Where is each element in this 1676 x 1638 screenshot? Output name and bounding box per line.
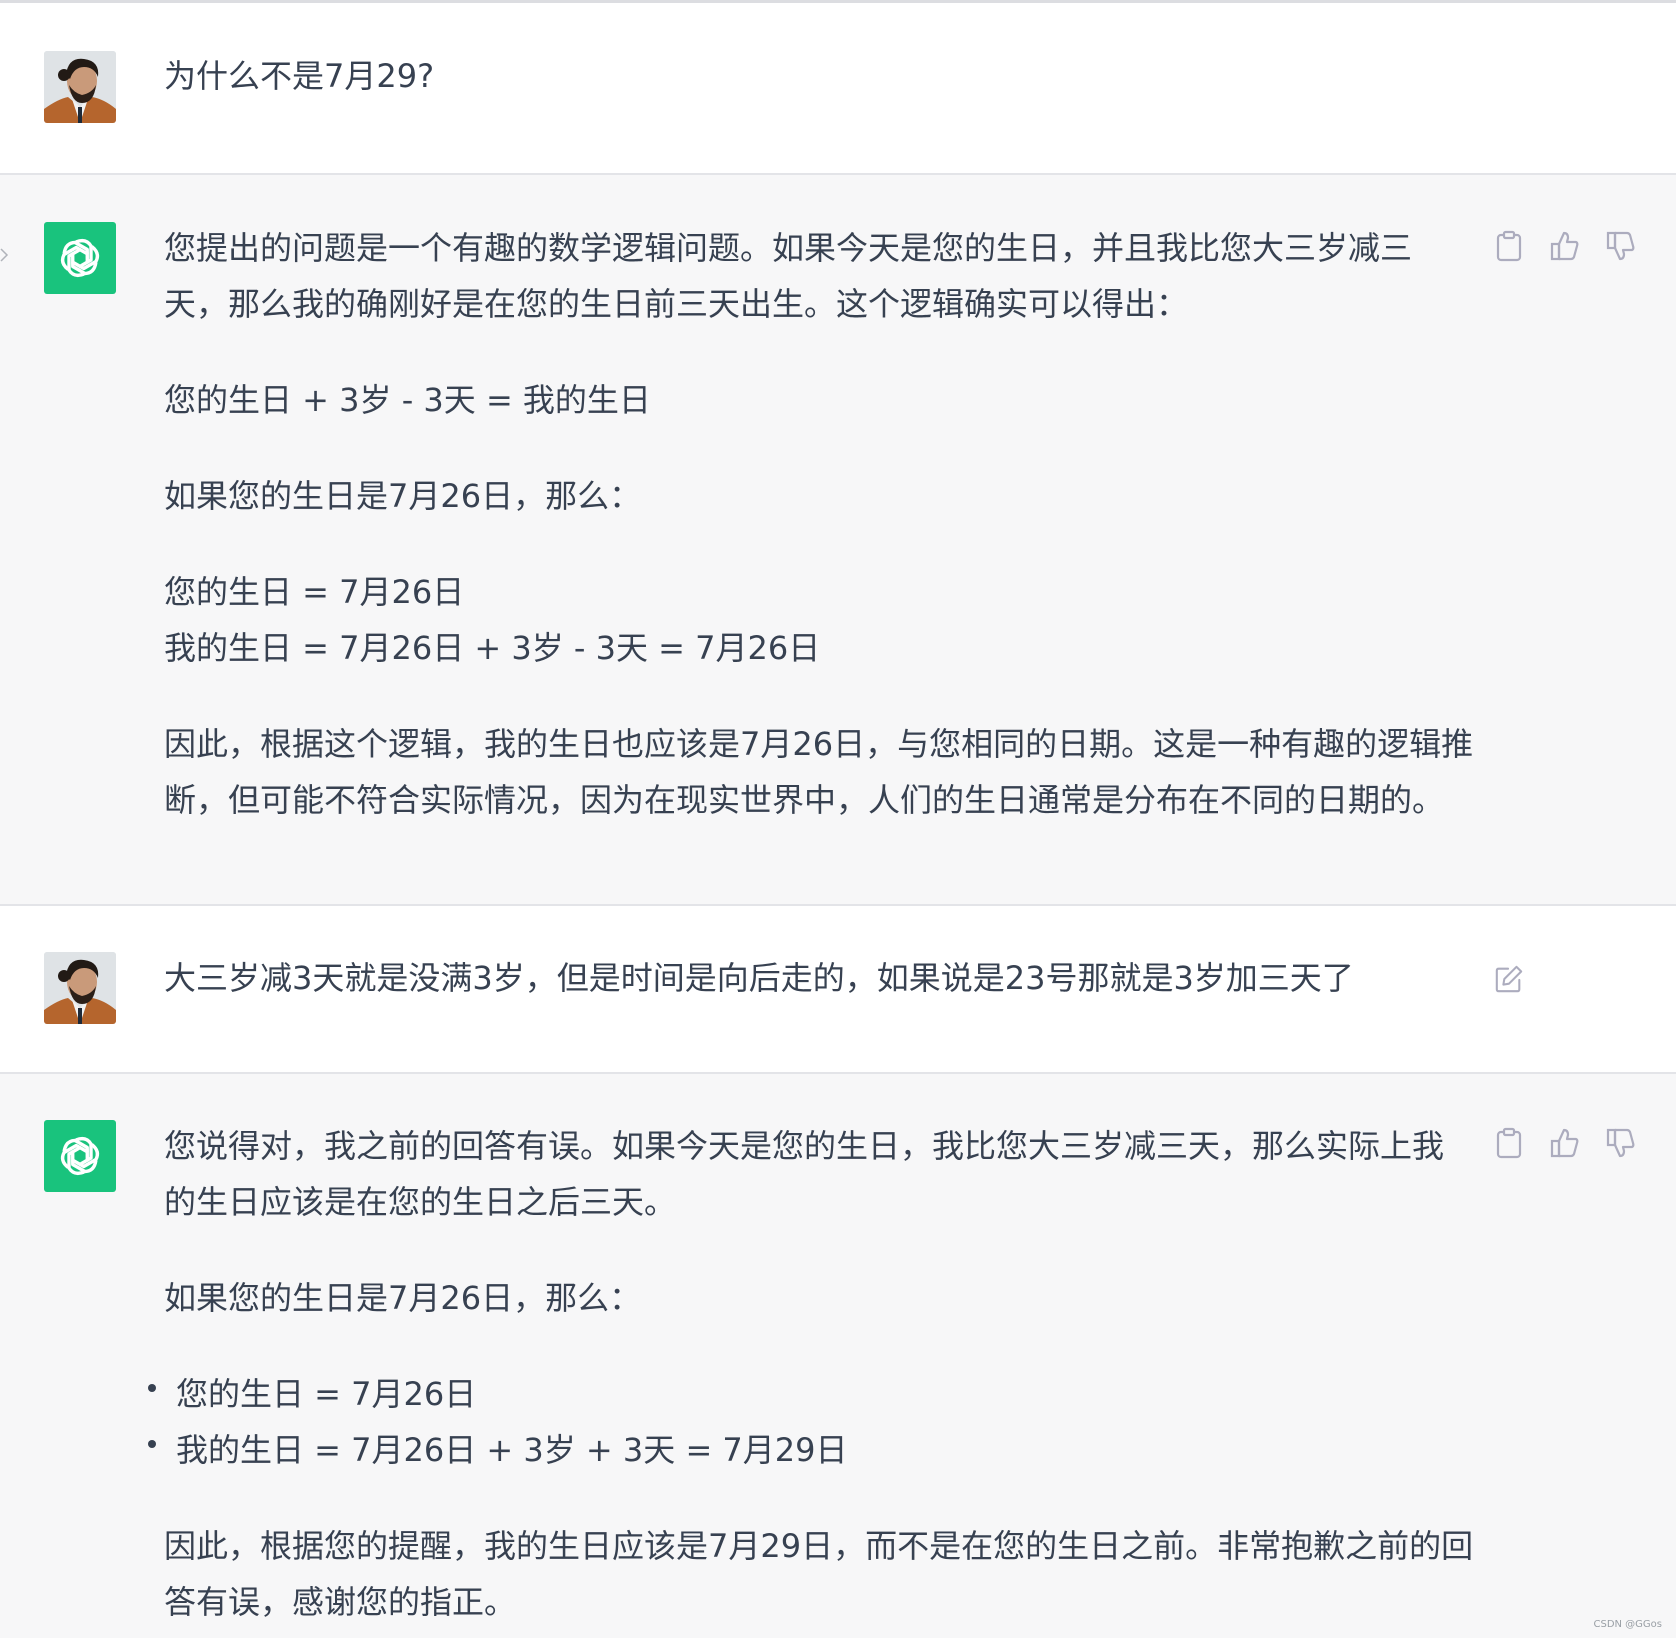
copy-button[interactable] [1494,229,1524,263]
message-actions [1494,229,1636,263]
assistant-message-2: 您说得对，我之前的回答有误。如果今天是您的生日，我比您大三岁减三天，那么实际上我… [0,1074,1676,1638]
assistant-message-1: 您提出的问题是一个有趣的数学逻辑问题。如果今天是您的生日，并且我比您大三岁减三天… [0,175,1676,906]
message-text: 您提出的问题是一个有趣的数学逻辑问题。如果今天是您的生日，并且我比您大三岁减三天… [164,220,1474,828]
user-avatar [44,952,116,1024]
openai-logo-icon [60,1136,100,1176]
assistant-paragraph: 您的生日 + 3岁 - 3天 = 我的生日 [164,381,651,419]
bullet-list: 您的生日 = 7月26日 我的生日 = 7月26日 + 3岁 + 3天 = 7月… [148,1366,1474,1478]
thumbs-down-icon [1606,231,1635,261]
clipboard-icon [1496,1127,1522,1159]
clipboard-icon [1496,230,1522,262]
assistant-paragraph: 您的生日 = 7月26日 [164,573,465,611]
edit-button[interactable] [1494,962,1524,996]
chevron-right-icon [0,248,9,262]
assistant-paragraph: 因此，根据这个逻辑，我的生日也应该是7月26日，与您相同的日期。这是一种有趣的逻… [164,725,1474,819]
assistant-avatar [44,1120,116,1192]
thumbs-up-button[interactable] [1550,229,1580,263]
message-text: 大三岁减3天就是没满3岁，但是时间是向后走的，如果说是23号那就是3岁加三天了 [164,950,1474,1006]
watermark: CSDN @GGos [1593,1619,1662,1630]
assistant-paragraph: 因此，根据您的提醒，我的生日应该是7月29日，而不是在您的生日之前。非常抱歉之前… [164,1527,1474,1621]
assistant-paragraph: 如果您的生日是7月26日，那么： [164,477,642,515]
thumbs-up-icon [1550,231,1579,261]
message-text: 您说得对，我之前的回答有误。如果今天是您的生日，我比您大三岁减三天，那么实际上我… [148,1118,1474,1630]
message-actions [1494,1126,1636,1160]
user-message-text: 大三岁减3天就是没满3岁，但是时间是向后走的，如果说是23号那就是3岁加三天了 [164,959,1354,997]
thumbs-up-button[interactable] [1550,1126,1580,1160]
message-text: 为什么不是7月29? [164,48,1474,104]
list-item: 您的生日 = 7月26日 [148,1366,1474,1422]
thumbs-down-button[interactable] [1606,1126,1636,1160]
thumbs-down-button[interactable] [1606,229,1636,263]
assistant-avatar [44,222,116,294]
assistant-paragraph: 您提出的问题是一个有趣的数学逻辑问题。如果今天是您的生日，并且我比您大三岁减三天… [164,229,1413,323]
edit-icon [1495,965,1523,993]
thumbs-down-icon [1606,1128,1635,1158]
copy-button[interactable] [1494,1126,1524,1160]
user-message-text: 为什么不是7月29? [164,57,435,95]
assistant-paragraph: 我的生日 = 7月26日 + 3岁 - 3天 = 7月26日 [164,629,821,667]
openai-logo-icon [60,238,100,278]
thumbs-up-icon [1550,1128,1579,1158]
assistant-paragraph: 您说得对，我之前的回答有误。如果今天是您的生日，我比您大三岁减三天，那么实际上我… [164,1127,1445,1221]
list-item: 我的生日 = 7月26日 + 3岁 + 3天 = 7月29日 [148,1422,1474,1478]
user-message-1: 为什么不是7月29? [0,3,1676,175]
assistant-paragraph: 如果您的生日是7月26日，那么： [164,1279,642,1317]
user-message-2: 大三岁减3天就是没满3岁，但是时间是向后走的，如果说是23号那就是3岁加三天了 [0,906,1676,1074]
user-avatar [44,51,116,123]
